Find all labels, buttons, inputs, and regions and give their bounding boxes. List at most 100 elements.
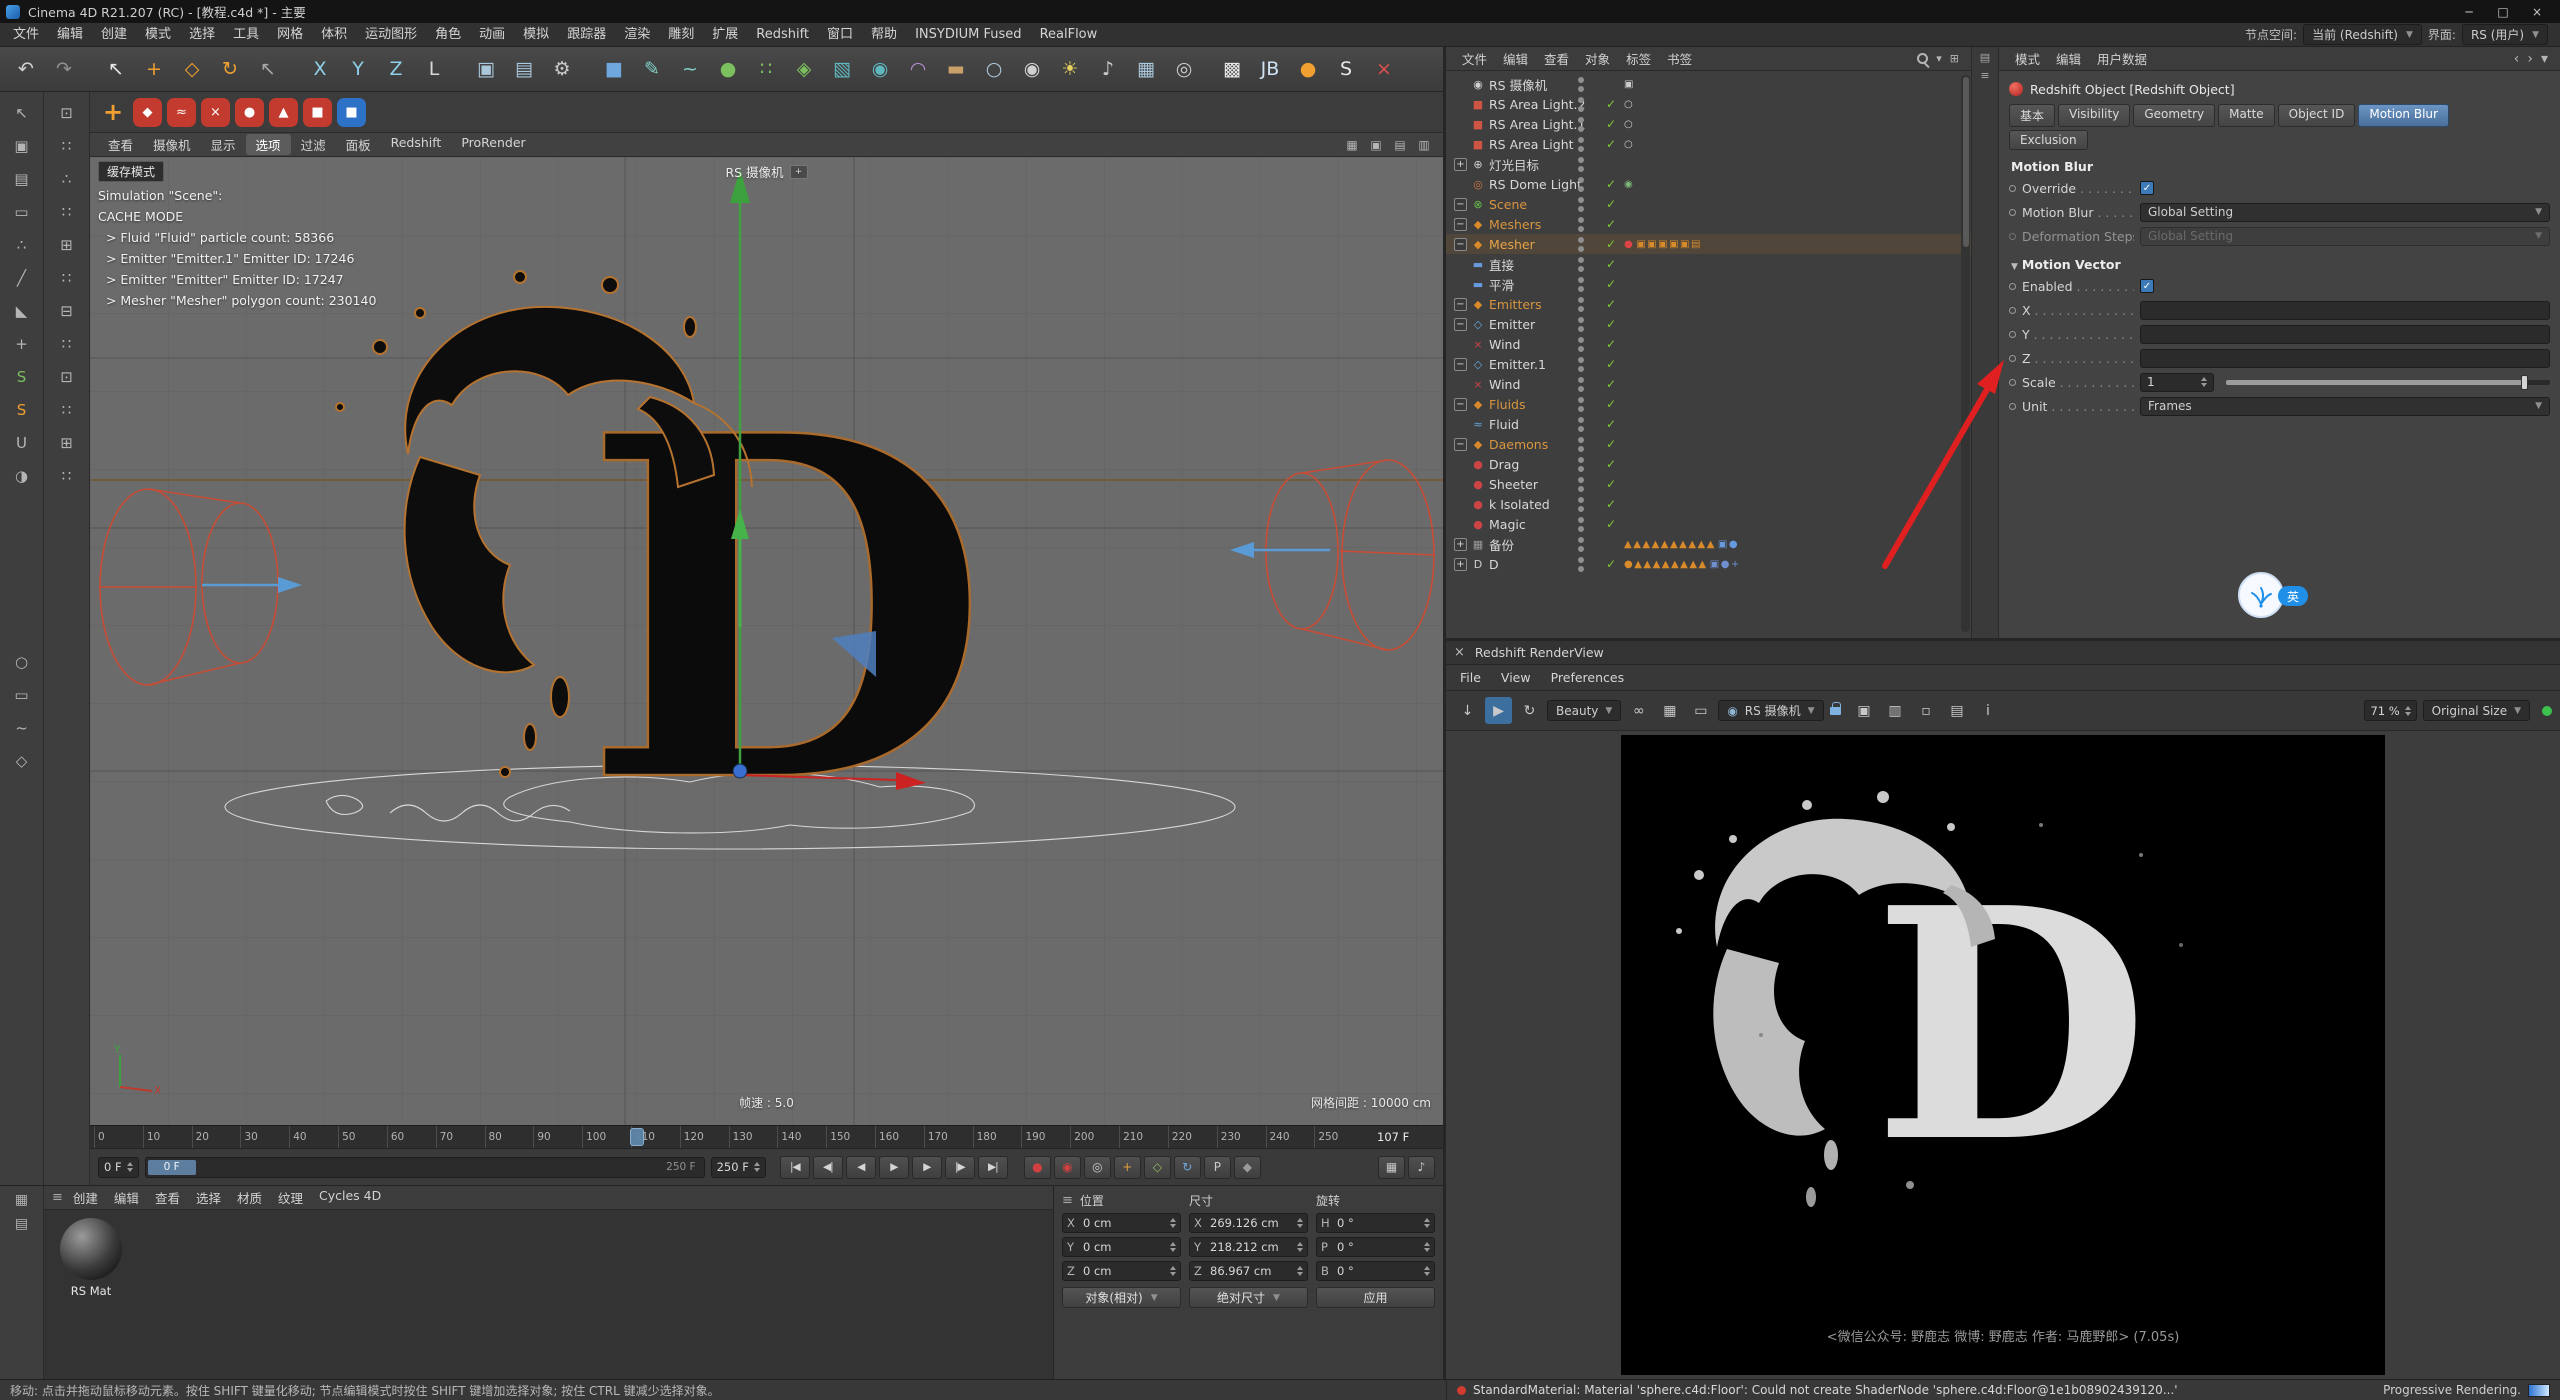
maximize-button[interactable]: □ bbox=[2486, 1, 2520, 23]
visibility-dots[interactable] bbox=[1578, 257, 1584, 272]
timeline-tick[interactable]: 210 bbox=[1119, 1126, 1168, 1148]
enable-toggle[interactable]: ✓ bbox=[1604, 437, 1618, 451]
snap-axis-icon[interactable]: ⊟ bbox=[51, 296, 83, 326]
expander-icon[interactable]: − bbox=[1454, 198, 1467, 211]
object-name[interactable]: Mesher bbox=[1489, 237, 1535, 252]
y-field[interactable] bbox=[2140, 325, 2550, 344]
coord-burger-icon[interactable]: ≡ bbox=[1062, 1193, 1073, 1208]
enable-toggle[interactable]: ✓ bbox=[1604, 197, 1618, 211]
play-button[interactable]: ▶ bbox=[879, 1156, 909, 1179]
enable-toggle[interactable]: ✓ bbox=[1604, 337, 1618, 351]
render-settings-button[interactable]: ⚙ bbox=[544, 51, 580, 87]
object-menu-item[interactable]: 对象 bbox=[1577, 49, 1618, 68]
timeline-ruler[interactable]: 0102030405060708090100110120130140150160… bbox=[90, 1125, 1443, 1148]
prev-key-button[interactable]: ◀| bbox=[813, 1156, 843, 1179]
renderview-close-icon[interactable]: × bbox=[1454, 645, 1465, 660]
fused-plugin-icon-5[interactable]: ▲ bbox=[269, 98, 298, 127]
object-name[interactable]: Emitters bbox=[1489, 297, 1542, 312]
expander-icon[interactable]: − bbox=[1454, 238, 1467, 251]
viewport-layout-quad-icon[interactable]: ▥ bbox=[1413, 136, 1435, 154]
timeline-tick[interactable]: 250 bbox=[1314, 1126, 1363, 1148]
timeline-tick[interactable]: 180 bbox=[973, 1126, 1022, 1148]
object-menu-item[interactable]: 查看 bbox=[1536, 49, 1577, 68]
object-row[interactable]: − ◆ Mesher ✓ ● ▣▣▣▣▣▤ bbox=[1446, 234, 1971, 254]
add-camera-button[interactable]: ◉ bbox=[1014, 51, 1050, 87]
add-freehand-spline-button[interactable]: ~ bbox=[672, 51, 708, 87]
material-preview[interactable] bbox=[60, 1218, 122, 1280]
object-name[interactable]: Magic bbox=[1489, 517, 1526, 532]
lasso-selection-icon[interactable]: ~ bbox=[6, 713, 38, 743]
visibility-dots[interactable] bbox=[1578, 137, 1584, 152]
add-sky-button[interactable]: ○ bbox=[976, 51, 1012, 87]
fused-plugin-icon-2[interactable]: ≈ bbox=[167, 98, 196, 127]
object-row[interactable]: ◉ RS 摄像机 ▣ bbox=[1446, 74, 1971, 94]
material-menu-item[interactable]: 编辑 bbox=[106, 1188, 147, 1207]
goto-start-button[interactable]: |◀ bbox=[780, 1156, 810, 1179]
record-parameter-toggle[interactable]: P bbox=[1204, 1156, 1231, 1179]
object-menu-item[interactable]: 编辑 bbox=[1495, 49, 1536, 68]
polygon-selection-icon[interactable]: ◇ bbox=[6, 746, 38, 776]
layer-options-icon[interactable]: ≡ bbox=[1980, 69, 1989, 82]
hdri-plugin-button[interactable]: ● bbox=[1290, 51, 1326, 87]
expander-icon[interactable]: − bbox=[1454, 358, 1467, 371]
camera-lock-icon[interactable] bbox=[1830, 707, 1841, 715]
fused-plugin-icon-3[interactable]: × bbox=[201, 98, 230, 127]
object-row[interactable]: ≈ Fluid ✓ bbox=[1446, 414, 1971, 434]
size-dropdown[interactable]: Original Size▼ bbox=[2423, 700, 2530, 721]
quantize-icon[interactable]: ∷ bbox=[51, 395, 83, 425]
visibility-dots[interactable] bbox=[1578, 477, 1584, 492]
model-mode-icon[interactable]: ▣ bbox=[6, 131, 38, 161]
main-menu-item[interactable]: 编辑 bbox=[48, 23, 92, 47]
timeline-tick[interactable]: 30 bbox=[240, 1126, 289, 1148]
beauty-dropdown[interactable]: Beauty▼ bbox=[1547, 700, 1621, 721]
visibility-dots[interactable] bbox=[1578, 217, 1584, 232]
fused-mesher-icon[interactable]: ■ bbox=[337, 98, 366, 127]
visibility-dots[interactable] bbox=[1578, 197, 1584, 212]
workplane-mode-icon[interactable]: ▭ bbox=[6, 197, 38, 227]
expander-icon[interactable]: − bbox=[1454, 398, 1467, 411]
object-name[interactable]: 备份 bbox=[1489, 535, 1514, 554]
scale-slider[interactable] bbox=[2226, 380, 2550, 385]
letter-d-mesh[interactable]: D bbox=[582, 334, 990, 886]
material-manager-grip-icon[interactable]: ▦ bbox=[15, 1192, 28, 1208]
recent-tool-icon[interactable]: ↖ bbox=[250, 51, 286, 87]
timeline-tick[interactable]: 120 bbox=[680, 1126, 729, 1148]
rotation-field[interactable]: P0 ° bbox=[1316, 1237, 1435, 1257]
add-deformer-button[interactable]: ◠ bbox=[900, 51, 936, 87]
visibility-dots[interactable] bbox=[1578, 277, 1584, 292]
x-axis-lock-icon[interactable]: X bbox=[302, 51, 338, 87]
attribute-tab[interactable]: Exclusion bbox=[2009, 130, 2088, 150]
snap-vertex-icon[interactable]: ∴ bbox=[51, 164, 83, 194]
material-menu-item[interactable]: 创建 bbox=[65, 1188, 106, 1207]
coord-mode-dropdown[interactable]: 对象(相对)▼ bbox=[1062, 1287, 1181, 1308]
attribute-menu-item[interactable]: 编辑 bbox=[2048, 49, 2089, 68]
timeline-tick[interactable]: 220 bbox=[1168, 1126, 1217, 1148]
main-menu-item[interactable]: 帮助 bbox=[862, 23, 906, 47]
add-array-button[interactable]: ∷ bbox=[748, 51, 784, 87]
z-field[interactable] bbox=[2140, 349, 2550, 368]
object-row[interactable]: ● Drag ✓ bbox=[1446, 454, 1971, 474]
keyframe-selection-button[interactable]: ◎ bbox=[1084, 1156, 1111, 1179]
visibility-dots[interactable] bbox=[1578, 177, 1584, 192]
main-menu-item[interactable]: 工具 bbox=[224, 23, 268, 47]
attribute-tab[interactable]: Geometry bbox=[2133, 104, 2215, 127]
visibility-dots[interactable] bbox=[1578, 337, 1584, 352]
object-name[interactable]: RS Dome Light bbox=[1489, 177, 1582, 192]
timeline-tick[interactable]: 60 bbox=[387, 1126, 436, 1148]
timeline-tick[interactable]: 130 bbox=[729, 1126, 778, 1148]
render-view-button[interactable]: ▣ bbox=[468, 51, 504, 87]
keyframe-dot[interactable] bbox=[2009, 355, 2016, 362]
viewport-menu-item[interactable]: 选项 bbox=[246, 134, 291, 155]
object-name[interactable]: D bbox=[1489, 557, 1499, 572]
object-name[interactable]: Fluids bbox=[1489, 397, 1526, 412]
translate-button[interactable]: 英 bbox=[2278, 586, 2308, 606]
object-row[interactable]: ● Magic ✓ bbox=[1446, 514, 1971, 534]
object-name[interactable]: Daemons bbox=[1489, 437, 1548, 452]
position-field[interactable]: Z0 cm bbox=[1062, 1261, 1181, 1281]
timeline-tick[interactable]: 140 bbox=[777, 1126, 826, 1148]
visibility-dots[interactable] bbox=[1578, 297, 1584, 312]
enable-toggle[interactable]: ✓ bbox=[1604, 117, 1618, 131]
expander-icon[interactable]: + bbox=[1454, 558, 1467, 571]
timeline-tick[interactable]: 100 bbox=[582, 1126, 631, 1148]
compare-icon[interactable]: ▥ bbox=[1882, 697, 1909, 724]
